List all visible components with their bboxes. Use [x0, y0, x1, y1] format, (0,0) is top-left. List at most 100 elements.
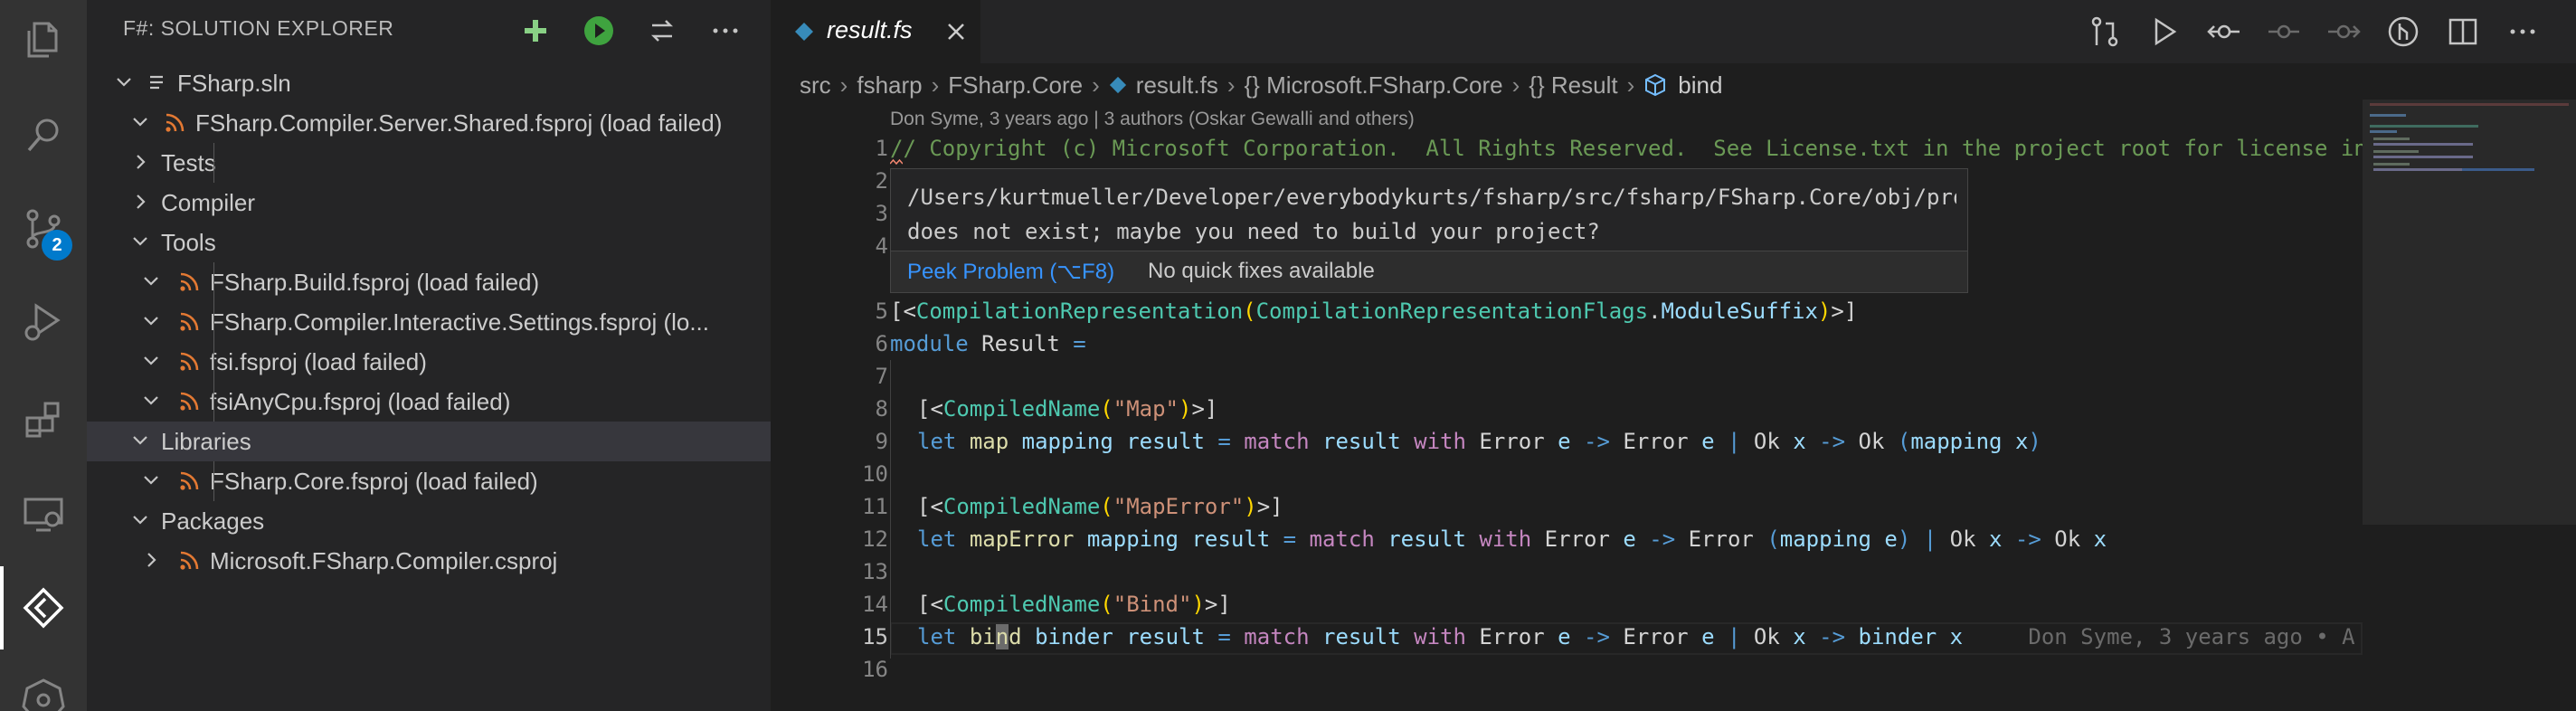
- tree-item-label: Tests: [161, 149, 216, 176]
- chevron-down-icon[interactable]: [127, 507, 154, 534]
- breadcrumb-file[interactable]: result.fs: [1136, 71, 1218, 100]
- line-number: 14: [862, 592, 888, 617]
- chevron-right-icon[interactable]: [127, 148, 154, 175]
- rss-project-icon: [180, 551, 199, 570]
- breadcrumb-module[interactable]: {} Result: [1529, 71, 1617, 100]
- tree-item[interactable]: FSharp.Compiler.Interactive.Settings.fsp…: [87, 302, 771, 342]
- line-number: 6: [875, 331, 888, 356]
- editor-toolbar: [2088, 14, 2540, 49]
- tree-item-label: FSharp.sln: [177, 70, 291, 97]
- kubernetes-icon[interactable]: [22, 677, 65, 711]
- tree-item[interactable]: Tests: [87, 143, 771, 183]
- code-line-15: let bind binder result = match result wi…: [917, 624, 2355, 649]
- chevron-down-icon[interactable]: [127, 427, 154, 454]
- chevron-down-icon[interactable]: [137, 387, 165, 414]
- close-icon[interactable]: [944, 20, 968, 43]
- chevron-down-icon[interactable]: [137, 467, 165, 494]
- run-icon[interactable]: [581, 13, 617, 49]
- tree-item-label: Microsoft.FSharp.Compiler.csproj: [210, 547, 558, 574]
- breadcrumb-fsharp[interactable]: fsharp: [857, 71, 922, 100]
- rss-project-icon: [180, 312, 199, 331]
- line-number: 4: [875, 233, 888, 259]
- rss-project-icon: [180, 392, 199, 411]
- extensions-icon[interactable]: [22, 398, 65, 441]
- minimap-line: [2373, 156, 2473, 158]
- chevron-right-icon: ›: [1511, 71, 1520, 99]
- codelens-blame[interactable]: Don Syme, 3 years ago | 3 authors (Oskar…: [890, 109, 1415, 130]
- line-number: 8: [875, 396, 888, 422]
- tab-result-fs[interactable]: result.fs: [771, 0, 980, 63]
- line-number: 9: [875, 429, 888, 454]
- more-icon[interactable]: [707, 13, 743, 49]
- tree-item-label: FSharp.Core.fsproj (load failed): [210, 468, 538, 495]
- code-line-9: let map mapping result = match result wi…: [917, 429, 2041, 454]
- breadcrumb-src[interactable]: src: [800, 71, 831, 100]
- hover-message: /Users/kurtmueller/Developer/everybodyku…: [907, 185, 1956, 244]
- tree-item-label: Libraries: [161, 428, 251, 455]
- open-changes-icon[interactable]: [2088, 14, 2122, 49]
- chevron-right-icon: ›: [931, 71, 940, 99]
- code-line-6: module Result =: [890, 331, 1086, 356]
- tree-item[interactable]: FSharp.Build.fsproj (load failed): [87, 262, 771, 302]
- search-icon[interactable]: [22, 114, 65, 157]
- go-to-commit-icon: [2268, 24, 2299, 39]
- tree-item[interactable]: Microsoft.FSharp.Compiler.csproj: [87, 541, 771, 581]
- tree-item-label: Compiler: [161, 189, 256, 216]
- refresh-icon[interactable]: [644, 13, 680, 49]
- tree-item[interactable]: FSharp.Core.fsproj (load failed): [87, 461, 771, 501]
- line-number: 11: [862, 494, 888, 519]
- go-to-previous-icon[interactable]: [2207, 14, 2241, 49]
- peek-problem-link[interactable]: Peek Problem (⌥F8): [907, 259, 1114, 285]
- split-editor-icon[interactable]: [2446, 14, 2480, 49]
- chevron-down-icon[interactable]: [137, 268, 165, 295]
- fsharp-file-icon: [795, 23, 813, 41]
- tree-indent-guide: [213, 461, 214, 501]
- chevron-down-icon[interactable]: [127, 109, 154, 136]
- breadcrumb-namespace[interactable]: {} Microsoft.FSharp.Core: [1245, 71, 1503, 100]
- chevron-right-icon[interactable]: [137, 546, 165, 574]
- tree-item-label: fsiAnyCpu.fsproj (load failed): [210, 388, 511, 415]
- run-file-icon[interactable]: [2147, 14, 2182, 49]
- tree-item[interactable]: Packages: [87, 501, 771, 541]
- line-number: 2: [875, 168, 888, 194]
- rss-project-icon: [166, 113, 185, 132]
- add-icon[interactable]: [517, 13, 554, 49]
- tree-item[interactable]: Tools: [87, 223, 771, 262]
- explorer-icon[interactable]: [22, 18, 65, 62]
- chevron-down-icon[interactable]: [137, 347, 165, 374]
- tree-item-label: Packages: [161, 507, 265, 535]
- run-debug-icon[interactable]: [22, 300, 65, 344]
- tree-item[interactable]: fsi.fsproj (load failed): [87, 342, 771, 382]
- chevron-down-icon[interactable]: [137, 308, 165, 335]
- minimap[interactable]: [2363, 100, 2576, 711]
- remote-explorer-icon[interactable]: [22, 492, 65, 536]
- chevron-right-icon: ›: [839, 71, 848, 99]
- chevron-down-icon[interactable]: [127, 228, 154, 255]
- breadcrumb-fsharp-core[interactable]: FSharp.Core: [948, 71, 1083, 100]
- tree-item[interactable]: fsiAnyCpu.fsproj (load failed): [87, 382, 771, 422]
- tree-item[interactable]: Libraries: [87, 422, 771, 461]
- tree-item-label: FSharp.Compiler.Server.Shared.fsproj (lo…: [195, 109, 723, 137]
- line-number: 12: [862, 526, 888, 552]
- tree-item[interactable]: FSharp.Compiler.Server.Shared.fsproj (lo…: [87, 103, 771, 143]
- breadcrumb-symbol[interactable]: bind: [1678, 71, 1722, 100]
- rss-project-icon: [180, 272, 199, 291]
- chevron-down-icon[interactable]: [110, 69, 137, 96]
- scm-badge: 2: [42, 230, 72, 261]
- active-indicator: [0, 566, 4, 649]
- line-number: 10: [862, 461, 888, 487]
- more-actions-icon[interactable]: [2505, 14, 2540, 49]
- line-number: 16: [862, 657, 888, 682]
- inline-blame: Don Syme, 3 years ago • A: [2028, 624, 2355, 649]
- tree-item[interactable]: FSharp.sln: [87, 63, 771, 103]
- ionide-fsharp-icon[interactable]: [22, 586, 65, 630]
- tree-indent-guide: [213, 262, 214, 422]
- tree-indent-guide: [213, 143, 214, 183]
- chevron-right-icon[interactable]: [127, 188, 154, 215]
- code-line-11: [<CompiledName("MapError")>]: [917, 494, 1283, 519]
- gitlens-icon[interactable]: [2386, 14, 2420, 49]
- chevron-right-icon: ›: [1626, 71, 1635, 99]
- tree-item[interactable]: Compiler: [87, 183, 771, 223]
- code-line-8: [<CompiledName("Map")>]: [917, 396, 1218, 422]
- code-line-14: [<CompiledName("Bind")>]: [917, 592, 1231, 617]
